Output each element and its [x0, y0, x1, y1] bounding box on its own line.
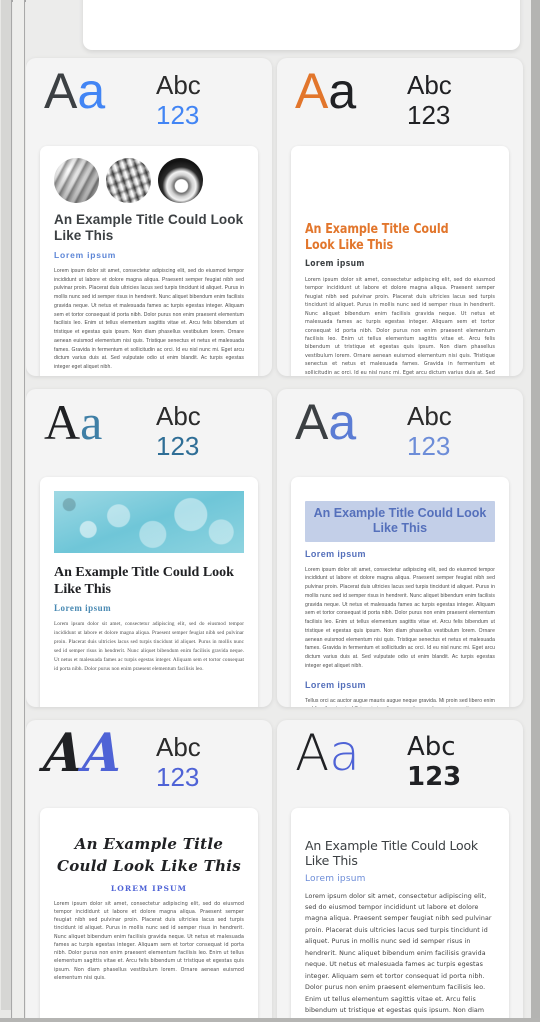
preview-body-text: Lorem ipsum dolor sit amet, consectetur …	[54, 267, 244, 371]
font-specimen-row: Aa Abc 123	[26, 389, 272, 477]
preview-subtitle: Lorem ipsum	[54, 249, 117, 260]
preview-title-highlighted: An Example Title Could Look Like This	[305, 501, 495, 542]
bubbles-image	[54, 491, 244, 553]
font-specimen-row: AA Abc 123	[26, 720, 272, 808]
aa-specimen: Aa	[44, 397, 102, 447]
preview-body-text: Lorem ipsum dolor sit amet, consectetur …	[54, 621, 244, 672]
oval-swirl-image	[305, 160, 495, 212]
theme-card-geometric-indigo[interactable]: Aa Abc 123 An Example Title Could Look L…	[277, 720, 523, 1022]
sample-text-block: Abc 123	[407, 401, 452, 461]
sample-letters: Abc	[407, 732, 456, 762]
font-specimen-row: Aa Abc 123	[277, 58, 523, 146]
preview-subtitle-2: Lorem ipsum	[305, 679, 366, 690]
document-preview[interactable]: An Example Title Could Look Like This Lo…	[40, 146, 258, 376]
preview-image-row	[54, 158, 244, 203]
specimen-uppercase: A	[44, 394, 81, 450]
sample-numbers: 123	[407, 431, 451, 462]
theme-card-highlight-periwinkle[interactable]: Aa Abc 123 An Example Title Could Look L…	[277, 389, 523, 707]
previous-card-partial[interactable]	[83, 0, 520, 50]
sample-text-block: Abc 123	[156, 70, 201, 130]
specimen-uppercase: A	[295, 63, 329, 119]
preview-subtitle: Lorem ipsum	[54, 603, 112, 614]
sample-numbers: 123	[156, 762, 200, 793]
document-preview[interactable]: An Example Title Could Look Like This Lo…	[40, 477, 258, 707]
specimen-lowercase: A	[80, 721, 124, 784]
preview-subtitle: LOREM IPSUM	[110, 883, 188, 893]
left-gutter-rail	[13, 0, 25, 1022]
theme-picker-window: Aa Abc 123 An Example Title Could Look L…	[0, 0, 540, 1022]
specimen-uppercase: A	[295, 724, 330, 782]
sample-letters: Abc	[407, 70, 452, 100]
sample-numbers: 123	[407, 100, 451, 131]
aa-specimen: Aa	[295, 728, 360, 778]
font-specimen-row: Aa Abc 123	[26, 58, 272, 146]
preview-body-text: Lorem ipsum dolor sit amet, consectetur …	[305, 566, 495, 669]
scrollbar-thumb[interactable]	[1, 0, 11, 1010]
preview-subtitle: Lorem ipsum	[305, 873, 366, 884]
theme-card-serif-teal[interactable]: Aa Abc 123 An Example Title Could Look L…	[26, 389, 272, 707]
theme-card-brush-script-indigo[interactable]: AA Abc 123 An Example Title Could Look L…	[26, 720, 272, 1022]
document-preview[interactable]: An Example Title Could Look Like This Lo…	[291, 808, 509, 1022]
specimen-lowercase: a	[80, 394, 103, 450]
specimen-uppercase: A	[295, 394, 329, 450]
sample-text-block: Abc 123	[407, 732, 461, 792]
aa-specimen: AA	[41, 721, 124, 784]
window-bottom-edge	[0, 1018, 540, 1022]
document-preview[interactable]: An Example Title Could Look Like This LO…	[40, 808, 258, 1022]
preview-title: An Example Title Could Look Like This	[54, 212, 244, 244]
vertical-scrollbar[interactable]	[0, 0, 12, 1022]
theme-gallery-grid: Aa Abc 123 An Example Title Could Look L…	[26, 58, 531, 1022]
preview-body-text-2: Tellus orci ac auctor augue mauris augue…	[305, 697, 495, 708]
specimen-lowercase: a	[328, 63, 357, 119]
theme-gallery-scroll-area[interactable]: Aa Abc 123 An Example Title Could Look L…	[26, 0, 531, 1022]
specimen-lowercase: a	[77, 63, 106, 119]
preview-title: An Example Title Could Look Like This	[305, 221, 449, 254]
sample-text-block: Abc 123	[156, 732, 201, 792]
specimen-lowercase: a	[328, 394, 357, 450]
circle-image-icon	[54, 158, 99, 203]
sample-numbers: 123	[156, 431, 200, 462]
specimen-lowercase: a	[329, 724, 360, 782]
sample-letters: Abc	[407, 401, 452, 431]
sample-letters: Abc	[156, 732, 201, 762]
theme-card-sans-blue[interactable]: Aa Abc 123 An Example Title Could Look L…	[26, 58, 272, 376]
sample-letters: Abc	[156, 70, 201, 100]
aa-specimen: Aa	[44, 66, 105, 116]
aa-specimen: Aa	[295, 397, 356, 447]
specimen-uppercase: A	[44, 63, 78, 119]
sample-text-block: Abc 123	[407, 70, 452, 130]
theme-card-condensed-orange[interactable]: Aa Abc 123 An Example Title Could Look L…	[277, 58, 523, 376]
specimen-uppercase: A	[41, 721, 86, 784]
preview-body-text: Lorem ipsum dolor sit amet, consectetur …	[305, 892, 492, 1015]
preview-subtitle: Lorem ipsum	[305, 258, 365, 269]
right-gutter-rail	[531, 0, 540, 1022]
preview-body-text: Lorem ipsum dolor sit amet, consectetur …	[305, 276, 495, 376]
sample-text-block: Abc 123	[156, 401, 201, 461]
preview-title: An Example Title Could Look Like This	[54, 565, 234, 598]
document-preview[interactable]: An Example Title Could Look Like This Lo…	[291, 477, 509, 707]
document-preview[interactable]: An Example Title Could Look Like This Lo…	[291, 146, 509, 376]
preview-body-text: Lorem ipsum dolor sit amet, consectetur …	[54, 901, 244, 981]
preview-title: An Example Title Could Look Like This	[305, 838, 478, 869]
sample-letters: Abc	[156, 401, 201, 431]
preview-title: An Example Title Could Look Like This	[56, 835, 242, 875]
sample-numbers: 123	[407, 762, 462, 793]
font-specimen-row: Aa Abc 123	[277, 389, 523, 477]
sample-numbers: 123	[156, 100, 200, 131]
aa-specimen: Aa	[295, 66, 356, 116]
preview-subtitle: Lorem ipsum	[305, 548, 366, 559]
font-specimen-row: Aa Abc 123	[277, 720, 523, 808]
circle-image-icon	[158, 158, 203, 203]
circle-image-icon	[106, 158, 151, 203]
